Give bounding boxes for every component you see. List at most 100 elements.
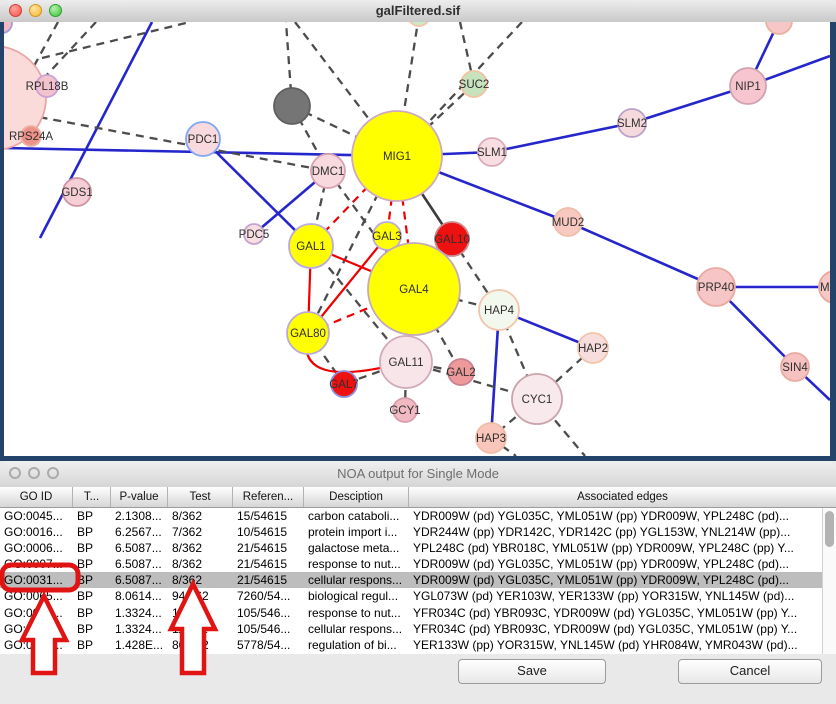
- node-label-GAL3: GAL3: [372, 231, 401, 243]
- cell-go_id: GO:0016...: [0, 524, 73, 540]
- cell-p_value: 1.3324...: [111, 621, 168, 637]
- network-edge: [42, 22, 190, 58]
- cell-description: protein import i...: [304, 524, 409, 540]
- cell-description: galactose meta...: [304, 540, 409, 556]
- network-window: galFiltered.sif MSL1RPL18BRPS24APDC1GDS1…: [0, 0, 836, 461]
- noa-window-titlebar: NOA output for Single Mode: [0, 461, 836, 488]
- noa-window: NOA output for Single Mode GO IDT...P-va…: [0, 461, 836, 704]
- node-label-GCY1: GCY1: [389, 405, 420, 417]
- column-header-description[interactable]: Desciption: [304, 487, 409, 507]
- cell-p_value: 1.3324...: [111, 605, 168, 621]
- cell-description: regulation of bi...: [304, 637, 409, 653]
- cell-go_id: GO:0050...: [0, 637, 73, 653]
- column-header-edges[interactable]: Associated edges: [409, 487, 836, 507]
- cell-type: BP: [73, 524, 111, 540]
- scrollbar-thumb[interactable]: [825, 511, 834, 547]
- cell-go_id: GO:0031...: [0, 621, 73, 637]
- noa-window-title: NOA output for Single Mode: [0, 461, 836, 486]
- node-label-HAP3: HAP3: [476, 433, 506, 445]
- cell-test: 80/362: [168, 637, 233, 653]
- cell-edges: YFR034C (pd) YBR093C, YDR009W (pd) YGL03…: [409, 605, 822, 621]
- node-label-GAL2: GAL2: [446, 367, 475, 379]
- table-row[interactable]: GO:0031...BP1.3324...11/362105/546...cel…: [0, 621, 836, 637]
- cell-edges: YGL073W (pd) YER103W, YER133W (pp) YOR31…: [409, 588, 822, 604]
- network-edge: [492, 123, 632, 152]
- column-header-go_id[interactable]: GO ID: [0, 487, 73, 507]
- network-edge: [34, 22, 58, 66]
- cell-edges: YFR034C (pd) YBR093C, YDR009W (pd) YGL03…: [409, 621, 822, 637]
- cell-test: 11/362: [168, 605, 233, 621]
- cell-test: 11/362: [168, 621, 233, 637]
- cell-test: 8/362: [168, 508, 233, 524]
- table-row[interactable]: GO:0031...BP6.5087...8/36221/54615cellul…: [0, 572, 836, 588]
- cell-reference: 105/546...: [233, 621, 304, 637]
- table-row[interactable]: GO:0050...BP1.428E...80/3625778/54...reg…: [0, 637, 836, 653]
- node-label-SLM1: SLM1: [477, 147, 507, 159]
- node-label-SUC2: SUC2: [459, 79, 490, 91]
- column-header-reference[interactable]: Referen...: [233, 487, 304, 507]
- node-label-DMC1: DMC1: [312, 166, 345, 178]
- table-header: GO IDT...P-valueTestReferen...Desciption…: [0, 487, 836, 508]
- node-pink-top[interactable]: [766, 22, 792, 34]
- column-header-p_value[interactable]: P-value: [111, 487, 168, 507]
- column-header-test[interactable]: Test: [168, 487, 233, 507]
- cell-type: BP: [73, 588, 111, 604]
- cell-p_value: 2.1308...: [111, 508, 168, 524]
- cell-type: BP: [73, 508, 111, 524]
- cell-go_id: GO:0031...: [0, 605, 73, 621]
- cell-description: cellular respons...: [304, 572, 409, 588]
- cell-edges: YER133W (pp) YOR315W, YNL145W (pd) YHR08…: [409, 637, 822, 653]
- cell-edges: YDR009W (pd) YGL035C, YML051W (pp) YDR00…: [409, 556, 822, 572]
- cell-reference: 21/54615: [233, 556, 304, 572]
- cell-test: 8/362: [168, 540, 233, 556]
- cell-type: BP: [73, 621, 111, 637]
- cell-edges: YDR009W (pd) YGL035C, YML051W (pp) YDR00…: [409, 508, 822, 524]
- table-row[interactable]: GO:0045...BP2.1308...8/36215/54615carbon…: [0, 508, 836, 524]
- cell-go_id: GO:0065...: [0, 588, 73, 604]
- table-scrollbar[interactable]: [822, 508, 836, 654]
- cell-type: BP: [73, 605, 111, 621]
- node-label-MSL1: MSL1: [820, 282, 830, 294]
- cell-description: biological regul...: [304, 588, 409, 604]
- network-canvas-frame: MSL1RPL18BRPS24APDC1GDS1DMC1MIG1SUC2SLM1…: [0, 22, 836, 461]
- network-edge: [568, 222, 716, 287]
- table-body: GO:0045...BP2.1308...8/36215/54615carbon…: [0, 508, 836, 654]
- cell-description: cellular respons...: [304, 621, 409, 637]
- cell-reference: 21/54615: [233, 540, 304, 556]
- cell-description: response to nut...: [304, 556, 409, 572]
- network-window-titlebar: galFiltered.sif: [0, 0, 836, 23]
- node-label-HAP4: HAP4: [484, 305, 515, 317]
- cell-reference: 7260/54...: [233, 588, 304, 604]
- table-row[interactable]: GO:0006...BP6.5087...8/36221/54615galact…: [0, 540, 836, 556]
- cell-p_value: 6.5087...: [111, 572, 168, 588]
- node-label-GAL10: GAL10: [434, 234, 470, 246]
- cell-test: 8/362: [168, 572, 233, 588]
- node-blob-corner[interactable]: [4, 22, 12, 33]
- cell-edges: YPL248C (pd) YBR018C, YML051W (pp) YDR00…: [409, 540, 822, 556]
- cell-go_id: GO:0045...: [0, 508, 73, 524]
- network-canvas[interactable]: MSL1RPL18BRPS24APDC1GDS1DMC1MIG1SUC2SLM1…: [4, 22, 830, 456]
- node-label-PDC1: PDC1: [188, 134, 219, 146]
- column-header-type[interactable]: T...: [73, 487, 111, 507]
- table-row[interactable]: GO:0031...BP1.3324...11/362105/546...res…: [0, 605, 836, 621]
- cell-reference: 21/54615: [233, 572, 304, 588]
- cell-reference: 5778/54...: [233, 637, 304, 653]
- cell-p_value: 6.5087...: [111, 556, 168, 572]
- cancel-button[interactable]: Cancel: [678, 659, 822, 684]
- node-label-RPL18B: RPL18B: [26, 81, 69, 93]
- node-label-GAL4: GAL4: [399, 284, 429, 296]
- cell-go_id: GO:0031...: [0, 572, 73, 588]
- node-label-GAL1: GAL1: [296, 241, 325, 253]
- cell-type: BP: [73, 637, 111, 653]
- cell-p_value: 1.428E...: [111, 637, 168, 653]
- table-row[interactable]: GO:0007...BP6.5087...8/36221/54615respon…: [0, 556, 836, 572]
- node-label-GDS1: GDS1: [61, 187, 92, 199]
- cell-type: BP: [73, 556, 111, 572]
- node-gray-node[interactable]: [274, 88, 310, 124]
- node-green-top[interactable]: [408, 22, 430, 26]
- node-label-NIP1: NIP1: [735, 81, 761, 93]
- table-row[interactable]: GO:0016...BP6.2567...7/36210/54615protei…: [0, 524, 836, 540]
- table-row[interactable]: GO:0065...BP8.0614...94/3627260/54...bio…: [0, 588, 836, 604]
- save-button[interactable]: Save: [458, 659, 606, 684]
- network-svg: MSL1RPL18BRPS24APDC1GDS1DMC1MIG1SUC2SLM1…: [4, 22, 830, 456]
